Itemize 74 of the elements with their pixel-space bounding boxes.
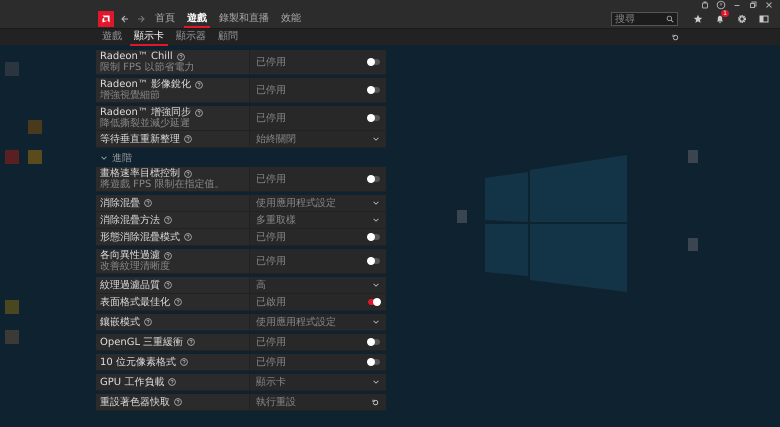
chevron-down-icon[interactable] [372,318,380,326]
chevron-down-icon [100,154,108,162]
close-icon[interactable] [764,0,774,10]
setting-value: 已停用 [256,232,287,242]
setting-description: 降低撕裂並減少延遲 [100,118,191,129]
setting-value: 已停用 [256,112,287,124]
setting-label: 各向異性過濾 [100,250,160,261]
chevron-down-icon[interactable] [372,216,380,224]
toggle-switch[interactable] [368,176,380,182]
setting-label: GPU 工作負載 [100,376,164,388]
setting-label: 消除混疊 [100,198,140,208]
setting-value: 高 [256,280,267,290]
setting-label: Radeon™ 影像銳化 [100,79,191,90]
nav-tab[interactable]: 錄製和直播 [216,10,272,28]
chevron-down-icon[interactable] [372,199,380,207]
setting-value: 顯示卡 [256,376,287,388]
setting-value: 始終關閉 [256,134,297,144]
nav-tab[interactable]: 首頁 [152,10,178,28]
setting-value: 執行重設 [256,396,297,408]
chevron-down-icon[interactable] [372,135,380,143]
setting-value: 已停用 [256,84,287,96]
setting-label: 表面格式最佳化 [100,296,170,308]
section-toggle[interactable]: 進階 [96,151,132,164]
setting-label: 重設著色器快取 [100,396,170,408]
toggle-switch[interactable] [368,59,380,65]
restore-icon[interactable] [748,0,758,10]
reset-icon[interactable] [671,32,680,42]
chevron-down-icon[interactable] [372,281,380,289]
setting-description: 改善紋理清晰度 [100,261,171,272]
search-field[interactable]: 搜尋 [611,12,678,26]
panel-icon[interactable] [759,14,769,24]
setting-value: 多重取樣 [256,214,297,226]
sub-tab[interactable]: 顧問 [214,28,242,46]
sub-tab[interactable]: 遊戲 [98,28,126,46]
setting-label: 10 位元像素格式 [100,356,176,368]
setting-description: 增強視覺細節 [100,90,161,101]
setting-label: 消除混疊方法 [100,214,160,226]
toggle-switch[interactable] [368,258,380,264]
setting-value: 已停用 [256,356,287,368]
setting-label: Radeon™ Chill [100,51,173,62]
back-arrow-icon[interactable] [120,14,130,24]
nav-tab[interactable]: 效能 [278,10,304,28]
toggle-switch[interactable] [368,299,380,305]
setting-label: 形態消除混疊模式 [100,232,180,242]
forward-arrow-icon[interactable] [136,14,146,24]
setting-value: 已停用 [256,256,287,266]
setting-value: 使用應用程式設定 [256,316,337,328]
setting-description: 限制 FPS 以節省電力 [100,62,196,73]
sub-tab[interactable]: 顯示卡 [130,28,168,46]
toggle-switch[interactable] [368,359,380,365]
toggle-switch[interactable] [368,87,380,93]
chevron-down-icon[interactable] [372,378,380,386]
reset-icon[interactable] [371,398,380,406]
star-icon[interactable] [693,14,703,24]
setting-label: Radeon™ 增強同步 [100,107,191,118]
setting-value: 已停用 [256,56,287,68]
toggle-switch[interactable] [368,339,380,345]
setting-label: 紋理過濾品質 [100,280,160,290]
setting-value: 已停用 [256,174,287,184]
setting-value: 已停用 [256,336,287,348]
setting-value: 使用應用程式設定 [256,198,337,208]
setting-label: 鑲嵌模式 [100,316,140,328]
toggle-switch[interactable] [368,234,380,240]
toggle-switch[interactable] [368,115,380,121]
setting-description: 將遊戲 FPS 限制在指定值。 [100,179,226,190]
logo-icon[interactable] [98,11,114,27]
settings-icon[interactable] [737,14,747,24]
setting-label: 畫格速率目標控制 [100,168,180,179]
setting-value: 已啟用 [256,296,287,308]
setting-label: 等待垂直重新整理 [100,134,180,144]
search-icon [666,15,674,23]
bell-icon[interactable] [715,14,725,24]
sub-tab[interactable]: 顯示器 [172,28,210,46]
setting-label: OpenGL 三重緩衝 [100,336,184,348]
